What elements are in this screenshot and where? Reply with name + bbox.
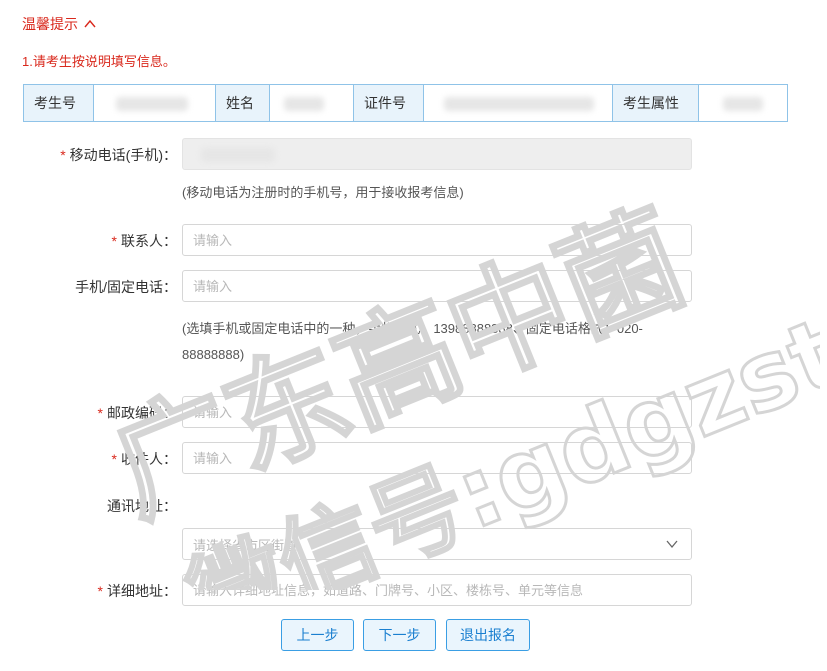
phone-label: 手机/固定电话： <box>75 279 177 295</box>
phone-input[interactable] <box>182 270 692 302</box>
name-value <box>270 85 354 121</box>
exit-registration-button[interactable]: 退出报名 <box>446 619 530 651</box>
contact-label: * 联系人： <box>111 233 177 249</box>
chevron-down-icon <box>665 537 679 551</box>
postcode-input[interactable] <box>182 396 692 428</box>
name-label: 姓名 <box>216 85 270 121</box>
candidate-info-table: 考生号 姓名 证件号 考生属性 <box>23 84 788 122</box>
id-value <box>424 85 613 121</box>
tips-header-label: 温馨提示 <box>22 16 78 32</box>
next-step-button[interactable]: 下一步 <box>363 619 436 651</box>
required-mark: * <box>111 233 117 249</box>
mobile-hint: (移动电话为注册时的手机号，用于接收报考信息) <box>182 185 464 200</box>
attr-value <box>699 85 787 121</box>
prev-step-button[interactable]: 上一步 <box>281 619 354 651</box>
address-detail-label: * 详细地址： <box>97 583 177 599</box>
address-detail-input[interactable] <box>182 574 692 606</box>
address-area-select[interactable]: 请选择省市区街道 <box>182 528 692 560</box>
tips-header[interactable]: 温馨提示 <box>22 14 96 34</box>
tip-line-1: 1.请考生按说明填写信息。 <box>22 54 176 69</box>
required-mark: * <box>60 147 66 163</box>
phone-hint: (选填手机或固定电话中的一种，手机格式：13988888888、固定电话格式：0… <box>182 321 643 362</box>
exam-no-value <box>94 85 216 121</box>
address-area-label: 通讯地址： <box>107 498 177 514</box>
required-mark: * <box>111 451 117 467</box>
postcode-label: * 邮政编码： <box>97 405 177 421</box>
id-label: 证件号 <box>354 85 424 121</box>
attr-label: 考生属性 <box>613 85 699 121</box>
recipient-input[interactable] <box>182 442 692 474</box>
contact-input[interactable] <box>182 224 692 256</box>
recipient-label: * 收件人： <box>111 451 177 467</box>
mobile-field[interactable] <box>182 138 692 170</box>
mobile-label: * 移动电话(手机)： <box>60 147 177 163</box>
required-mark: * <box>97 405 103 421</box>
address-area-placeholder: 请选择省市区街道 <box>193 537 298 553</box>
chevron-up-icon[interactable] <box>84 18 96 32</box>
exam-no-label: 考生号 <box>24 85 94 121</box>
required-mark: * <box>97 583 103 599</box>
